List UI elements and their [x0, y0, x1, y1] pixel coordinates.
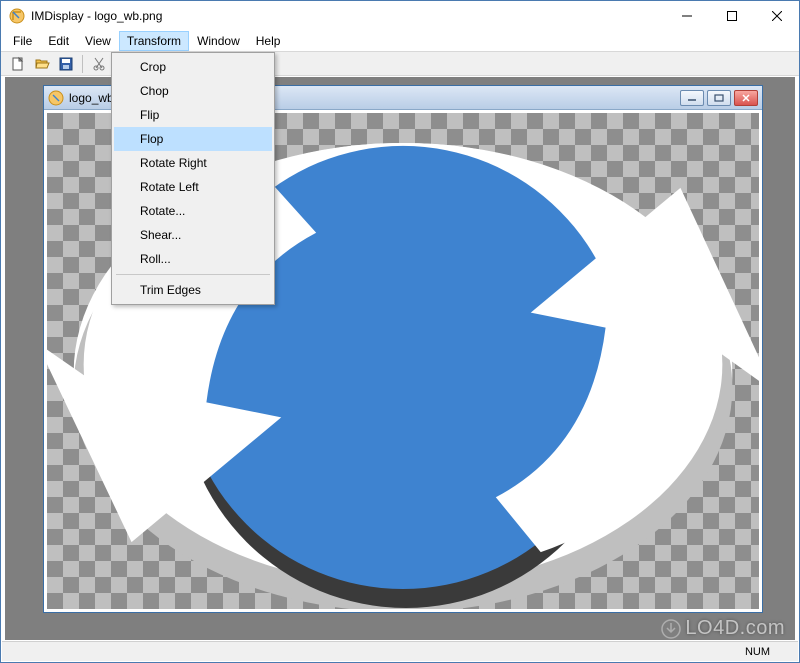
transform-dropdown: Crop Chop Flip Flop Rotate Right Rotate … [111, 52, 275, 305]
watermark-text: LO4D.com [685, 617, 785, 640]
menu-item-rotate-right[interactable]: Rotate Right [114, 151, 272, 175]
menu-view[interactable]: View [77, 31, 119, 51]
download-icon [661, 619, 681, 639]
window-controls [664, 1, 799, 31]
save-button[interactable] [55, 54, 77, 74]
menu-edit[interactable]: Edit [40, 31, 77, 51]
menu-item-rotate[interactable]: Rotate... [114, 199, 272, 223]
child-minimize-button[interactable] [680, 90, 704, 106]
open-file-button[interactable] [31, 54, 53, 74]
menu-item-crop[interactable]: Crop [114, 55, 272, 79]
child-maximize-button[interactable] [707, 90, 731, 106]
menu-file[interactable]: File [5, 31, 40, 51]
menu-window[interactable]: Window [189, 31, 248, 51]
statusbar: NUM [2, 641, 798, 661]
toolbar-separator [82, 55, 83, 73]
cut-button[interactable] [88, 54, 110, 74]
close-button[interactable] [754, 1, 799, 30]
status-num-indicator: NUM [745, 646, 770, 658]
document-icon [48, 90, 64, 106]
child-close-button[interactable] [734, 90, 758, 106]
menu-item-rotate-left[interactable]: Rotate Left [114, 175, 272, 199]
window-title: IMDisplay - logo_wb.png [31, 9, 664, 23]
menu-separator [116, 274, 270, 275]
menu-transform[interactable]: Transform [119, 31, 189, 51]
menu-help[interactable]: Help [248, 31, 289, 51]
menu-item-flop[interactable]: Flop [114, 127, 272, 151]
app-icon [9, 8, 25, 24]
titlebar: IMDisplay - logo_wb.png [1, 1, 799, 31]
menu-item-chop[interactable]: Chop [114, 79, 272, 103]
menubar: File Edit View Transform Window Help [1, 31, 799, 51]
menu-item-shear[interactable]: Shear... [114, 223, 272, 247]
maximize-button[interactable] [709, 1, 754, 30]
new-file-button[interactable] [7, 54, 29, 74]
menu-item-roll[interactable]: Roll... [114, 247, 272, 271]
menu-item-trim-edges[interactable]: Trim Edges [114, 278, 272, 302]
minimize-button[interactable] [664, 1, 709, 30]
menu-item-flip[interactable]: Flip [114, 103, 272, 127]
watermark: LO4D.com [661, 617, 785, 640]
